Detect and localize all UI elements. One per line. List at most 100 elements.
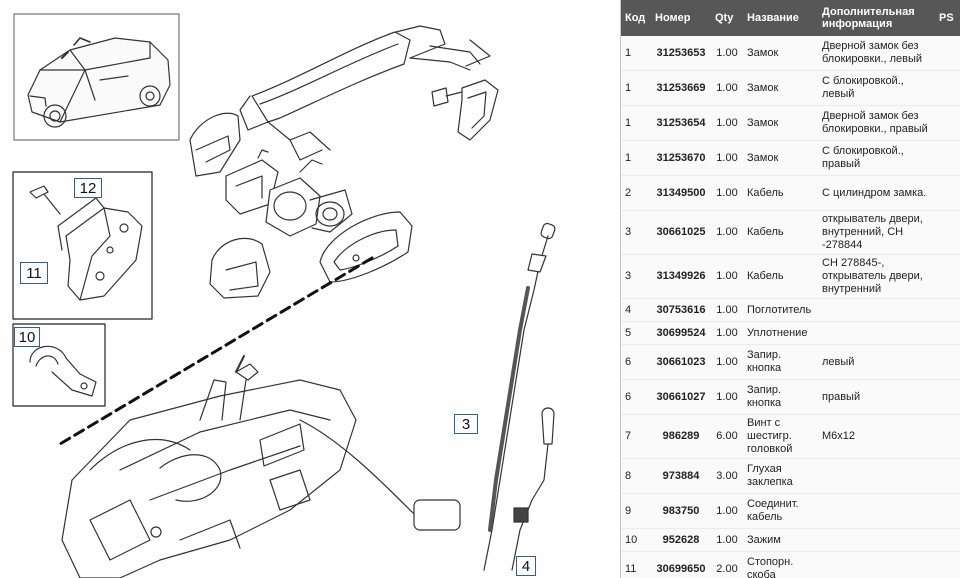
table-row[interactable]: 2 31349500 1.00 Кабель С цилиндром замка.: [621, 175, 960, 211]
cell-qty: 1.00: [711, 105, 743, 141]
header-number[interactable]: Номер: [651, 0, 711, 36]
cell-part-number[interactable]: 31349926: [651, 254, 711, 299]
cell-qty: 1.00: [711, 321, 743, 345]
table-row[interactable]: 3 30661025 1.00 Кабель открыватель двери, вн…: [621, 210, 960, 255]
table-row[interactable]: 1 31253653 1.00 Замок Дверной замок без блок…: [621, 36, 960, 71]
table-row[interactable]: 11 30699650 2.00 Стопорн. скоба: [621, 551, 960, 578]
cell-part-number[interactable]: 952628: [651, 528, 711, 552]
parts-illustration: [12, 13, 556, 578]
table-row[interactable]: 1 31253669 1.00 Замок С блокировкой., левый: [621, 70, 960, 106]
cell-code: 1: [621, 70, 651, 106]
cell-ps: [935, 140, 960, 176]
cell-ps: [935, 551, 960, 578]
cell-part-number[interactable]: 31253670: [651, 140, 711, 176]
cell-qty: 1.00: [711, 528, 743, 552]
cell-code: 4: [621, 298, 651, 322]
cell-code: 2: [621, 175, 651, 211]
cell-ps: [935, 298, 960, 322]
cell-part-number[interactable]: 30661025: [651, 210, 711, 255]
cell-code: 1: [621, 36, 651, 71]
cell-name: Кабель: [743, 254, 818, 299]
table-row[interactable]: 6 30661027 1.00 Запир. кнопка правый: [621, 379, 960, 415]
parts-table: Код Номер Qty Название Дополнительная ин…: [621, 0, 960, 578]
cell-ps: [935, 379, 960, 415]
callout-11[interactable]: 11: [20, 262, 48, 284]
cell-part-number[interactable]: 986289: [651, 414, 711, 459]
header-name[interactable]: Название: [743, 0, 818, 36]
cell-part-number[interactable]: 31253669: [651, 70, 711, 106]
cell-ps: [935, 528, 960, 552]
cell-part-number[interactable]: 973884: [651, 458, 711, 494]
cell-part-number[interactable]: 30661027: [651, 379, 711, 415]
cell-code: 10: [621, 528, 651, 552]
lock-cylinder-assembly: [225, 149, 353, 237]
cell-name: Стопорн. скоба: [743, 551, 818, 578]
table-row[interactable]: 8 973884 3.00 Глухая заклепка: [621, 458, 960, 494]
header-ps[interactable]: PS: [935, 0, 960, 36]
cell-qty: 1.00: [711, 344, 743, 380]
cell-qty: 1.00: [711, 175, 743, 211]
cell-part-number[interactable]: 30699650: [651, 551, 711, 578]
cell-ps: [935, 321, 960, 345]
cell-ps: [935, 458, 960, 494]
cell-part-number[interactable]: 30753616: [651, 298, 711, 322]
lock-body-assembly: [61, 355, 461, 578]
cell-qty: 1.00: [711, 493, 743, 529]
cell-qty: 6.00: [711, 414, 743, 459]
table-row[interactable]: 1 31253654 1.00 Замок Дверной замок без блок…: [621, 105, 960, 141]
cell-ps: [935, 70, 960, 106]
callout-12[interactable]: 12: [74, 178, 102, 198]
table-row[interactable]: 3 31349926 1.00 Кабель CH 278845-, открывате…: [621, 254, 960, 299]
cell-qty: 3.00: [711, 458, 743, 494]
lock-cable: [511, 407, 555, 571]
header-info[interactable]: Дополнительная информация: [818, 0, 935, 36]
cell-name: Кабель: [743, 210, 818, 255]
table-header-row: Код Номер Qty Название Дополнительная ин…: [621, 0, 960, 36]
callout-4[interactable]: 4: [516, 556, 536, 576]
table-row[interactable]: 4 30753616 1.00 Поглотитель: [621, 298, 960, 322]
cell-part-number[interactable]: 30699524: [651, 321, 711, 345]
table-row[interactable]: 10 952628 1.00 Зажим: [621, 528, 960, 552]
cell-ps: [935, 414, 960, 459]
table-row[interactable]: 1 31253670 1.00 Замок С блокировкой., правый: [621, 140, 960, 176]
cell-name: Замок: [743, 140, 818, 176]
cell-name: Зажим: [743, 528, 818, 552]
cell-info: правый: [818, 379, 935, 415]
cell-info: M6x12: [818, 414, 935, 459]
cell-name: Запир. кнопка: [743, 344, 818, 380]
cell-info: [818, 528, 935, 552]
cell-qty: 1.00: [711, 210, 743, 255]
table-row[interactable]: 6 30661023 1.00 Запир. кнопка левый: [621, 344, 960, 380]
cell-qty: 1.00: [711, 36, 743, 71]
exploded-parts-diagram: 12 11 10 3 4: [0, 0, 615, 578]
cell-info: [818, 321, 935, 345]
cell-name: Запир. кнопка: [743, 379, 818, 415]
header-code[interactable]: Код: [621, 0, 651, 36]
table-row[interactable]: 7 986289 6.00 Винт с шестигр. головкой M6x12: [621, 414, 960, 459]
parts-list-panel: Код Номер Qty Название Дополнительная ин…: [620, 0, 960, 578]
cell-code: 1: [621, 105, 651, 141]
cell-part-number[interactable]: 31349500: [651, 175, 711, 211]
cell-part-number[interactable]: 31253653: [651, 36, 711, 71]
cell-ps: [935, 105, 960, 141]
cell-info: левый: [818, 344, 935, 380]
callout-3[interactable]: 3: [454, 414, 478, 434]
outer-escutcheon: [319, 211, 413, 283]
cell-name: Соединит. кабель: [743, 493, 818, 529]
table-row[interactable]: 9 983750 1.00 Соединит. кабель: [621, 493, 960, 529]
cell-ps: [935, 493, 960, 529]
cell-info: [818, 493, 935, 529]
cell-ps: [935, 175, 960, 211]
table-row[interactable]: 5 30699524 1.00 Уплотнение: [621, 321, 960, 345]
cell-name: Замок: [743, 36, 818, 71]
cell-part-number[interactable]: 983750: [651, 493, 711, 529]
callout-10[interactable]: 10: [14, 327, 40, 347]
cell-ps: [935, 36, 960, 71]
cell-part-number[interactable]: 31253654: [651, 105, 711, 141]
cell-part-number[interactable]: 30661023: [651, 344, 711, 380]
cell-name: Замок: [743, 105, 818, 141]
cell-code: 6: [621, 344, 651, 380]
cell-ps: [935, 344, 960, 380]
header-qty[interactable]: Qty: [711, 0, 743, 36]
cell-name: Кабель: [743, 175, 818, 211]
